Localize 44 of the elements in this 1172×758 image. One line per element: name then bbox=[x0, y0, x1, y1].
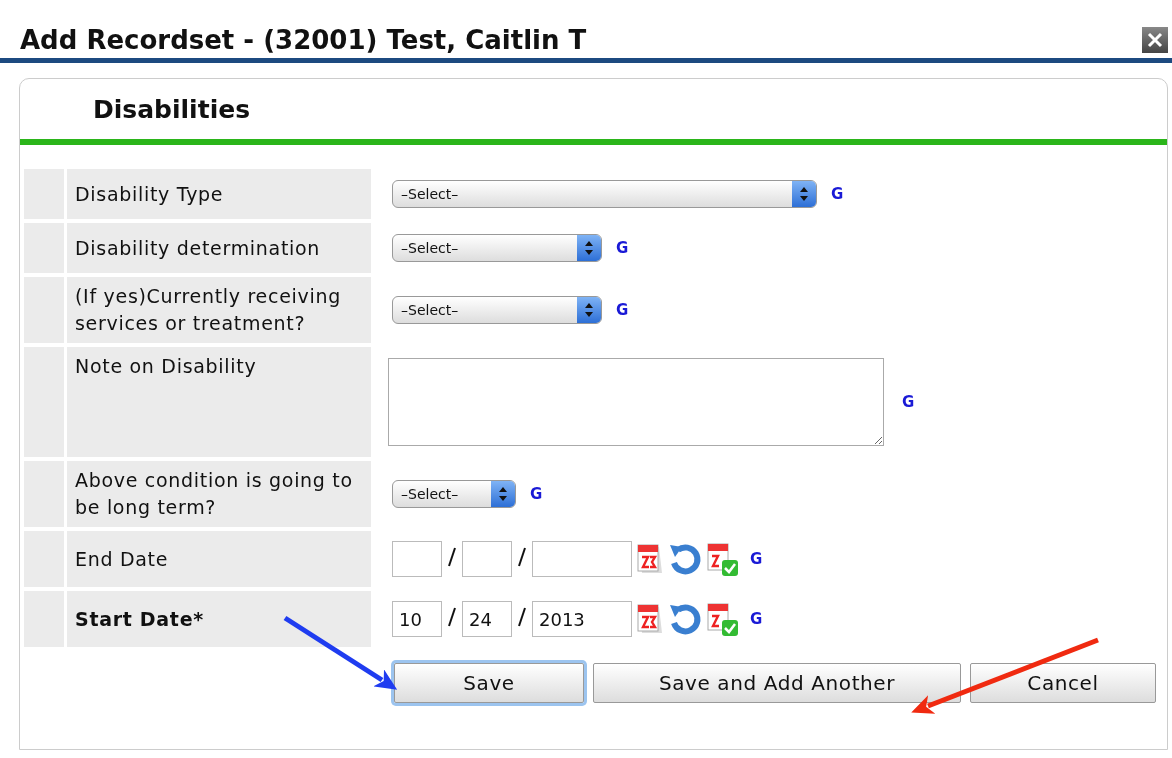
field-label: End Date bbox=[67, 531, 371, 587]
select-dropdown[interactable]: –Select– bbox=[392, 296, 602, 324]
reset-icon[interactable] bbox=[668, 601, 702, 637]
help-link[interactable]: G bbox=[750, 610, 763, 628]
updown-icon bbox=[584, 302, 594, 318]
field-label: Above condition is going to be long term? bbox=[67, 461, 371, 527]
day-field[interactable] bbox=[462, 541, 512, 577]
updown-icon bbox=[799, 186, 809, 202]
help-link[interactable]: G bbox=[616, 301, 629, 319]
help-link[interactable]: G bbox=[530, 485, 543, 503]
updown-icon bbox=[498, 486, 508, 502]
note-field[interactable] bbox=[388, 358, 884, 446]
slash-icon bbox=[518, 605, 526, 628]
dialog-button[interactable]: Save and Add Another bbox=[593, 663, 961, 703]
month-field[interactable]: 10 bbox=[392, 601, 442, 637]
dialog-title: Add Recordset - (32001) Test, Caitlin T bbox=[20, 25, 587, 55]
select-dropdown[interactable]: –Select– bbox=[392, 480, 516, 508]
year-field[interactable]: 2013 bbox=[532, 601, 632, 637]
section-heading: Disabilities bbox=[93, 94, 251, 124]
select-dropdown[interactable]: –Select– bbox=[392, 180, 817, 208]
help-link[interactable]: G bbox=[750, 550, 763, 568]
calendar-check-icon[interactable] bbox=[706, 540, 740, 578]
help-link[interactable]: G bbox=[831, 185, 844, 203]
field-label: Disability determination bbox=[67, 223, 371, 273]
select-dropdown[interactable]: –Select– bbox=[392, 234, 602, 262]
field-label: (If yes)Currently receiving services or treatment? bbox=[67, 277, 371, 343]
reset-icon[interactable] bbox=[668, 541, 702, 577]
calendar-check-icon[interactable] bbox=[706, 600, 740, 638]
field-label: Note on Disability bbox=[67, 347, 371, 457]
close-icon bbox=[1147, 32, 1163, 48]
slash-icon bbox=[448, 605, 456, 628]
dialog-button[interactable]: Save bbox=[394, 663, 584, 703]
field-label: Start Date* bbox=[67, 591, 371, 647]
field-label: Disability Type bbox=[67, 169, 371, 219]
slash-icon bbox=[518, 545, 526, 568]
month-field[interactable] bbox=[392, 541, 442, 577]
dialog-button[interactable]: Cancel bbox=[970, 663, 1156, 703]
slash-icon bbox=[448, 545, 456, 568]
help-link[interactable]: G bbox=[902, 393, 915, 411]
close-button[interactable] bbox=[1142, 27, 1168, 53]
help-link[interactable]: G bbox=[616, 239, 629, 257]
updown-icon bbox=[584, 240, 594, 256]
day-field[interactable]: 24 bbox=[462, 601, 512, 637]
year-field[interactable] bbox=[532, 541, 632, 577]
